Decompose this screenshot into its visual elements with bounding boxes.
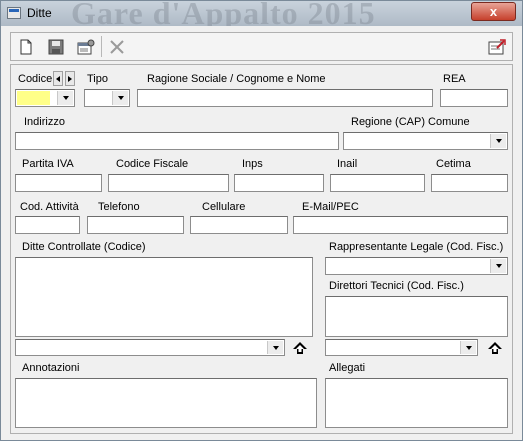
ditte-controllate-label: Ditte Controllate (Codice) <box>22 241 146 253</box>
rappresentante-label: Rappresentante Legale (Cod. Fisc.) <box>329 241 504 253</box>
direttori-label: Direttori Tecnici (Cod. Fisc.) <box>329 280 464 292</box>
window-title: Ditte <box>27 6 52 20</box>
ditte-controllate-list[interactable] <box>15 257 313 337</box>
arrow-left-icon <box>56 75 60 82</box>
export-icon[interactable] <box>485 35 509 58</box>
ragione-sociale-input[interactable] <box>137 89 433 107</box>
cetima-label: Cetima <box>436 158 471 170</box>
tipo-label: Tipo <box>87 73 108 85</box>
email-label: E-Mail/PEC <box>302 201 359 213</box>
email-input[interactable] <box>293 216 508 234</box>
arrow-up-icon <box>488 342 502 354</box>
codice-fiscale-input[interactable] <box>108 174 229 192</box>
toolbar <box>10 32 513 61</box>
indirizzo-input[interactable] <box>15 132 339 150</box>
properties-icon[interactable] <box>74 35 98 58</box>
title-bar[interactable]: Gare d'Appalto 2015 Ditte x <box>1 1 522 26</box>
window-icon <box>7 7 21 19</box>
direttori-dropdown-button[interactable] <box>460 341 476 354</box>
codice-value <box>17 91 50 105</box>
tipo-combo[interactable] <box>84 89 130 107</box>
telefono-input[interactable] <box>87 216 184 234</box>
telefono-label: Telefono <box>98 201 140 213</box>
partita-iva-label: Partita IVA <box>22 158 74 170</box>
annotazioni-textarea[interactable] <box>15 378 317 428</box>
regione-dropdown-button[interactable] <box>490 134 506 148</box>
toolbar-separator <box>101 36 102 57</box>
codice-prev-button[interactable] <box>53 71 63 86</box>
regione-combo[interactable] <box>343 132 508 150</box>
arrow-up-icon <box>293 342 307 354</box>
rappresentante-combo[interactable] <box>325 257 508 275</box>
save-icon[interactable] <box>44 35 68 58</box>
new-document-icon[interactable] <box>14 35 38 58</box>
chevron-down-icon <box>117 96 124 100</box>
cetima-input[interactable] <box>431 174 508 192</box>
annotazioni-label: Annotazioni <box>22 362 80 374</box>
allegati-list[interactable] <box>325 378 508 428</box>
cellulare-input[interactable] <box>190 216 288 234</box>
inps-input[interactable] <box>234 174 324 192</box>
chevron-down-icon <box>495 264 502 268</box>
rea-input[interactable] <box>440 89 508 107</box>
ragione-sociale-label: Ragione Sociale / Cognome e Nome <box>147 73 326 85</box>
inail-label: Inail <box>337 158 358 170</box>
direttori-add-button[interactable] <box>483 339 507 357</box>
close-button[interactable]: x <box>471 2 516 21</box>
codice-label: Codice <box>18 73 53 85</box>
cod-attivita-input[interactable] <box>15 216 80 234</box>
indirizzo-label: Indirizzo <box>24 116 65 128</box>
tipo-dropdown-button[interactable] <box>112 91 128 105</box>
codice-dropdown-button[interactable] <box>57 91 73 105</box>
codice-combo[interactable] <box>15 89 75 107</box>
inps-label: Inps <box>242 158 263 170</box>
direttori-list[interactable] <box>325 296 508 337</box>
inail-input[interactable] <box>330 174 425 192</box>
ditte-window: Gare d'Appalto 2015 Ditte x Codice Tipo … <box>0 0 523 441</box>
ditta-form: Codice Tipo Ragione Sociale / Cognome e … <box>10 64 513 434</box>
chevron-down-icon <box>272 345 279 350</box>
ditte-controllate-add-button[interactable] <box>288 339 312 357</box>
ditte-controllate-dropdown-button[interactable] <box>267 341 283 354</box>
codice-next-button[interactable] <box>65 71 75 86</box>
chevron-down-icon <box>465 345 472 350</box>
chevron-down-icon <box>62 96 69 100</box>
ditte-controllate-combo[interactable] <box>15 339 285 356</box>
allegati-label: Allegati <box>329 362 366 374</box>
cod-attivita-label: Cod. Attività <box>20 201 79 213</box>
rappresentante-dropdown-button[interactable] <box>490 259 506 273</box>
delete-icon[interactable] <box>105 35 129 58</box>
partita-iva-input[interactable] <box>15 174 102 192</box>
codice-fiscale-label: Codice Fiscale <box>116 158 189 170</box>
title-watermark: Gare d'Appalto 2015 <box>71 1 376 26</box>
arrow-right-icon <box>68 75 72 82</box>
chevron-down-icon <box>495 139 502 143</box>
cellulare-label: Cellulare <box>202 201 246 213</box>
direttori-combo[interactable] <box>325 339 478 356</box>
regione-label: Regione (CAP) Comune <box>351 116 470 128</box>
rea-label: REA <box>443 73 466 85</box>
